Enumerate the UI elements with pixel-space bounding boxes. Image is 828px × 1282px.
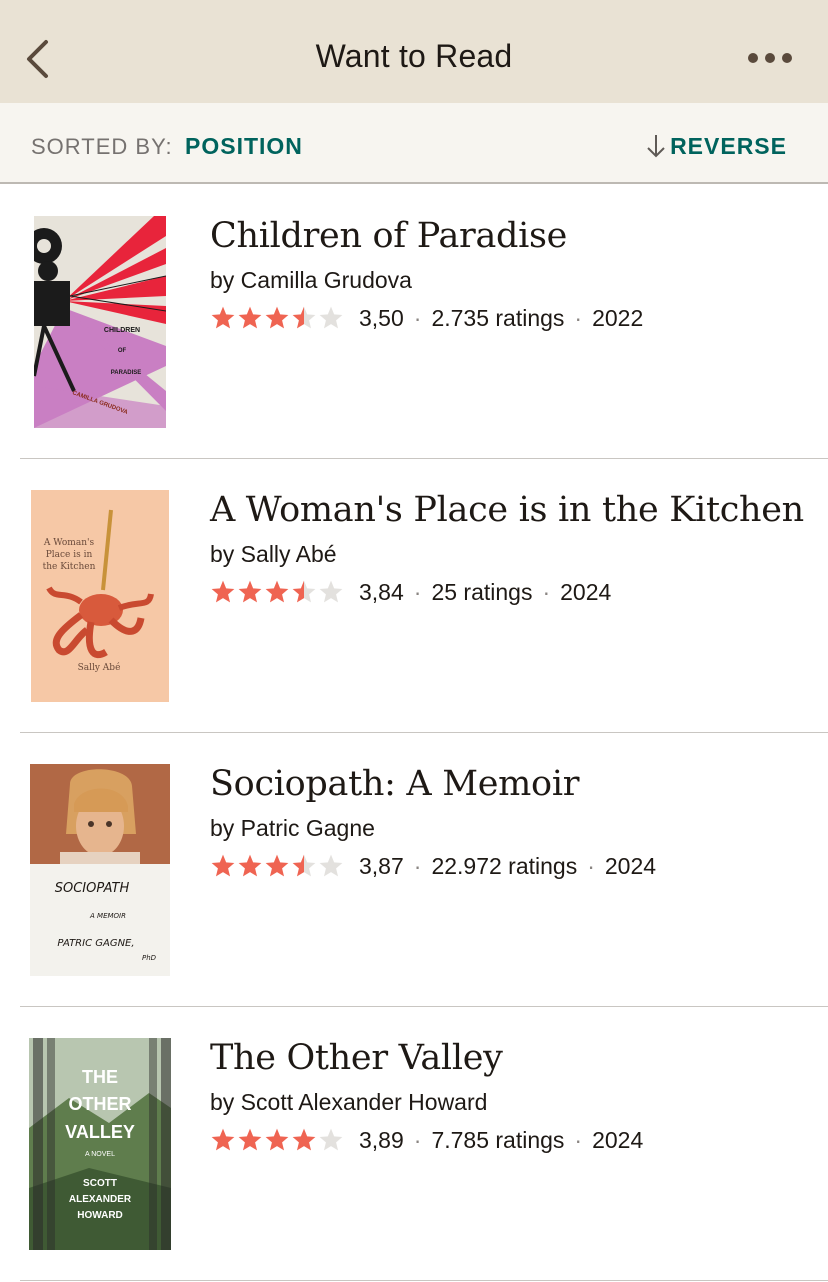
separator-dot: · — [413, 852, 422, 879]
star-icon — [238, 1128, 262, 1151]
star-icon — [265, 306, 289, 329]
rating-line: 3,87 · 22.972 ratings · 2024 — [210, 851, 656, 881]
cover-title-text: THE — [82, 1067, 118, 1087]
rating-line: 3,84 · 25 ratings · 2024 — [210, 577, 611, 607]
top-nav-bar: Want to Read — [0, 0, 828, 103]
cover-subtitle-text: A NOVEL — [85, 1151, 115, 1158]
row-divider — [20, 1280, 828, 1281]
cover-subtitle-text: A MEMOIR — [89, 912, 126, 920]
star-icon — [211, 306, 235, 329]
book-cover[interactable]: SOCIOPATH A MEMOIR PATRIC GAGNE, PhD — [30, 764, 170, 976]
star-rating — [210, 305, 345, 331]
book-title[interactable]: Children of Paradise — [210, 216, 567, 256]
cover-author-text: PATRIC GAGNE, — [57, 938, 134, 949]
average-rating: 3,84 — [359, 578, 404, 605]
cover-author-text: Sally Abé — [78, 662, 121, 673]
sort-position-button[interactable]: POSITION — [185, 133, 303, 160]
average-rating: 3,89 — [359, 1126, 404, 1153]
book-title[interactable]: Sociopath: A Memoir — [210, 764, 579, 804]
cover-author-text: ALEXANDER — [69, 1194, 132, 1205]
star-icon — [211, 580, 235, 603]
publication-year: 2024 — [560, 578, 612, 605]
separator-dot: · — [542, 578, 551, 605]
cover-title-text: SOCIOPATH — [55, 881, 130, 896]
star-icon — [265, 580, 289, 603]
cover-author-text: SCOTT — [83, 1178, 117, 1189]
arrow-down-icon — [647, 135, 665, 158]
book-author[interactable]: by Patric Gagne — [210, 815, 375, 842]
cover-author-text: PhD — [142, 954, 157, 962]
book-cover[interactable]: A Woman's Place is in the Kitchen Sally … — [31, 490, 169, 702]
ratings-count: 25 ratings — [431, 578, 533, 605]
book-title[interactable]: A Woman's Place is in the Kitchen — [210, 490, 804, 530]
star-icon — [319, 580, 343, 603]
cover-title-text: A Woman's — [43, 538, 95, 548]
sort-bar: SORTED BY: POSITION REVERSE — [0, 103, 828, 184]
star-icon — [211, 854, 235, 877]
book-cover[interactable]: CHILDREN OF PARADISE CAMILLA GRUDOVA — [34, 216, 166, 428]
sorted-by-label: SORTED BY: — [31, 134, 173, 159]
cover-title-text: Place is in — [46, 550, 93, 560]
book-row[interactable]: SOCIOPATH A MEMOIR PATRIC GAGNE, PhD Soc… — [0, 733, 828, 1007]
star-icon — [292, 854, 316, 877]
separator-dot: · — [413, 578, 422, 605]
page-title: Want to Read — [315, 38, 513, 74]
separator-dot: · — [413, 1126, 422, 1153]
star-icon — [292, 1128, 316, 1151]
book-author[interactable]: by Scott Alexander Howard — [210, 1089, 487, 1116]
book-cover[interactable]: THE OTHER VALLEY A NOVEL SCOTT ALEXANDER… — [29, 1038, 171, 1250]
book-row[interactable]: THE OTHER VALLEY A NOVEL SCOTT ALEXANDER… — [0, 1007, 828, 1281]
cover-author-text: HOWARD — [77, 1210, 123, 1221]
reverse-label: REVERSE — [670, 132, 787, 159]
book-author[interactable]: by Camilla Grudova — [210, 267, 412, 294]
star-icon — [238, 580, 262, 603]
book-author[interactable]: by Sally Abé — [210, 541, 337, 568]
star-icon — [319, 854, 343, 877]
reverse-sort-button[interactable]: REVERSE — [646, 131, 787, 161]
star-icon — [292, 306, 316, 329]
publication-year: 2024 — [604, 852, 657, 879]
star-icon — [211, 1128, 235, 1151]
star-icon — [265, 854, 289, 877]
star-rating — [210, 1127, 345, 1153]
separator-dot: · — [574, 1126, 583, 1153]
publication-year: 2024 — [592, 1126, 644, 1153]
separator-dot: · — [574, 304, 583, 331]
star-icon — [265, 1128, 289, 1151]
ratings-count: 22.972 ratings — [431, 852, 578, 879]
separator-dot: · — [587, 852, 595, 879]
cover-title-text: VALLEY — [65, 1122, 135, 1142]
separator-dot: · — [413, 304, 422, 331]
rating-line: 3,50 · 2.735 ratings · 2022 — [210, 303, 643, 333]
star-icon — [319, 1128, 343, 1151]
star-rating — [210, 579, 345, 605]
average-rating: 3,50 — [359, 304, 404, 331]
ratings-count: 2.735 ratings — [431, 304, 565, 331]
publication-year: 2022 — [592, 304, 644, 331]
star-icon — [238, 854, 262, 877]
cover-title-text: PARADISE — [111, 370, 142, 376]
rating-line: 3,89 · 7.785 ratings · 2024 — [210, 1125, 643, 1155]
star-icon — [319, 306, 343, 329]
average-rating: 3,87 — [359, 852, 404, 879]
cover-title-text: the Kitchen — [43, 562, 96, 572]
book-row[interactable]: CHILDREN OF PARADISE CAMILLA GRUDOVA Chi… — [0, 185, 828, 459]
star-rating — [210, 853, 345, 879]
book-row[interactable]: A Woman's Place is in the Kitchen Sally … — [0, 459, 828, 733]
book-title[interactable]: The Other Valley — [210, 1038, 503, 1078]
ratings-count: 7.785 ratings — [431, 1126, 565, 1153]
star-icon — [292, 580, 316, 603]
ellipsis-icon — [748, 53, 792, 63]
more-options-button[interactable] — [746, 48, 794, 68]
cover-title-text: OTHER — [69, 1094, 132, 1114]
star-icon — [238, 306, 262, 329]
cover-title-text: CHILDREN — [104, 327, 140, 334]
cover-title-text: OF — [118, 348, 127, 354]
